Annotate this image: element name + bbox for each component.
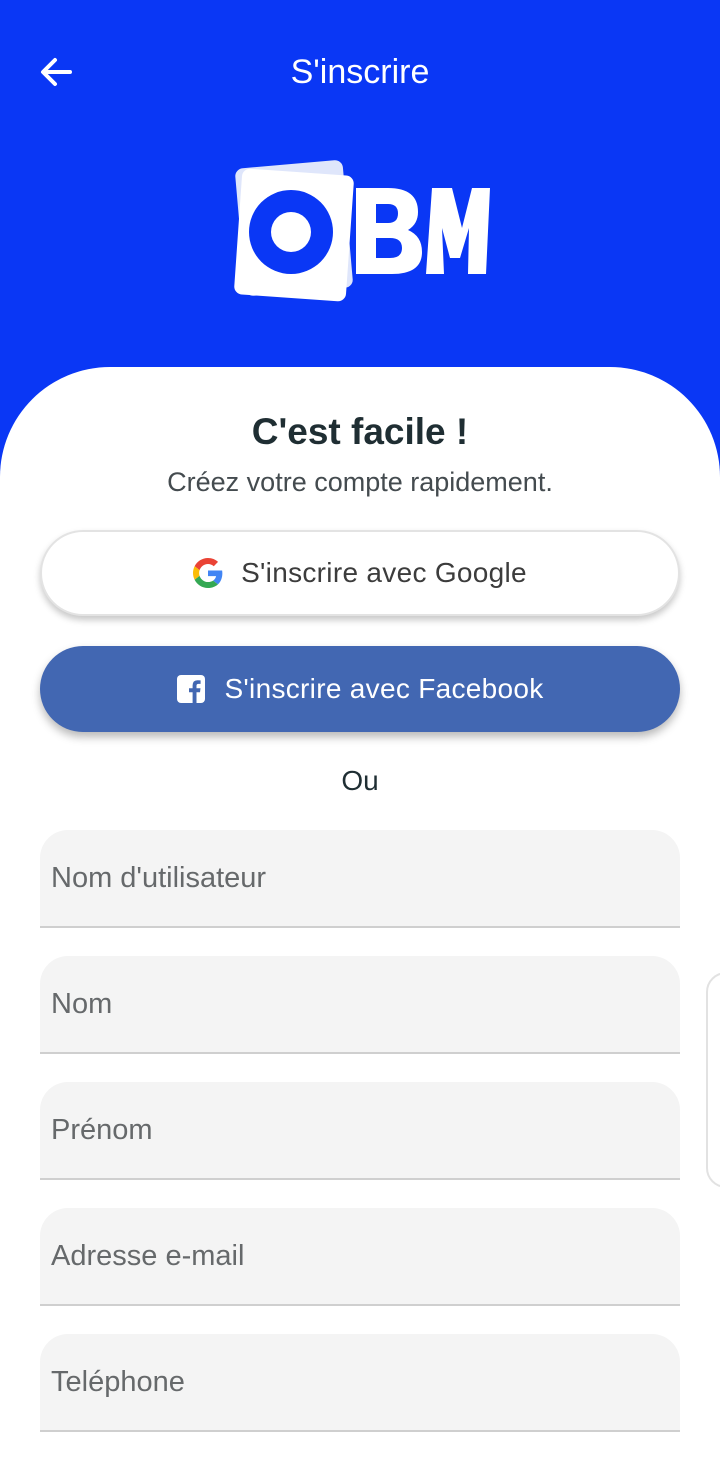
- subline: Créez votre compte rapidement.: [167, 467, 553, 497]
- google-icon: [193, 558, 223, 588]
- firstname-field[interactable]: [40, 1082, 680, 1180]
- email-field[interactable]: [40, 1208, 680, 1306]
- phone-field[interactable]: [40, 1334, 680, 1432]
- facebook-signup-button[interactable]: S'inscrire avec Facebook: [40, 646, 680, 732]
- or-separator: Ou: [341, 765, 379, 796]
- page-title: S'inscrire: [290, 53, 430, 91]
- firstname-input[interactable]: [40, 1082, 680, 1178]
- phone-input[interactable]: [40, 1334, 680, 1430]
- obm-logo: [234, 160, 490, 302]
- side-panel-handle[interactable]: [706, 972, 720, 1188]
- email-input[interactable]: [40, 1208, 680, 1304]
- headline: C'est facile !: [251, 411, 469, 452]
- lastname-field[interactable]: [40, 956, 680, 1054]
- username-field[interactable]: [40, 830, 680, 928]
- app-header: S'inscrire: [0, 0, 720, 380]
- facebook-icon: [176, 674, 206, 704]
- username-input[interactable]: [40, 830, 680, 926]
- lastname-input[interactable]: [40, 956, 680, 1052]
- google-signup-button[interactable]: S'inscrire avec Google: [40, 530, 680, 616]
- facebook-signup-label: S'inscrire avec Facebook: [224, 673, 544, 704]
- google-signup-label: S'inscrire avec Google: [241, 557, 527, 588]
